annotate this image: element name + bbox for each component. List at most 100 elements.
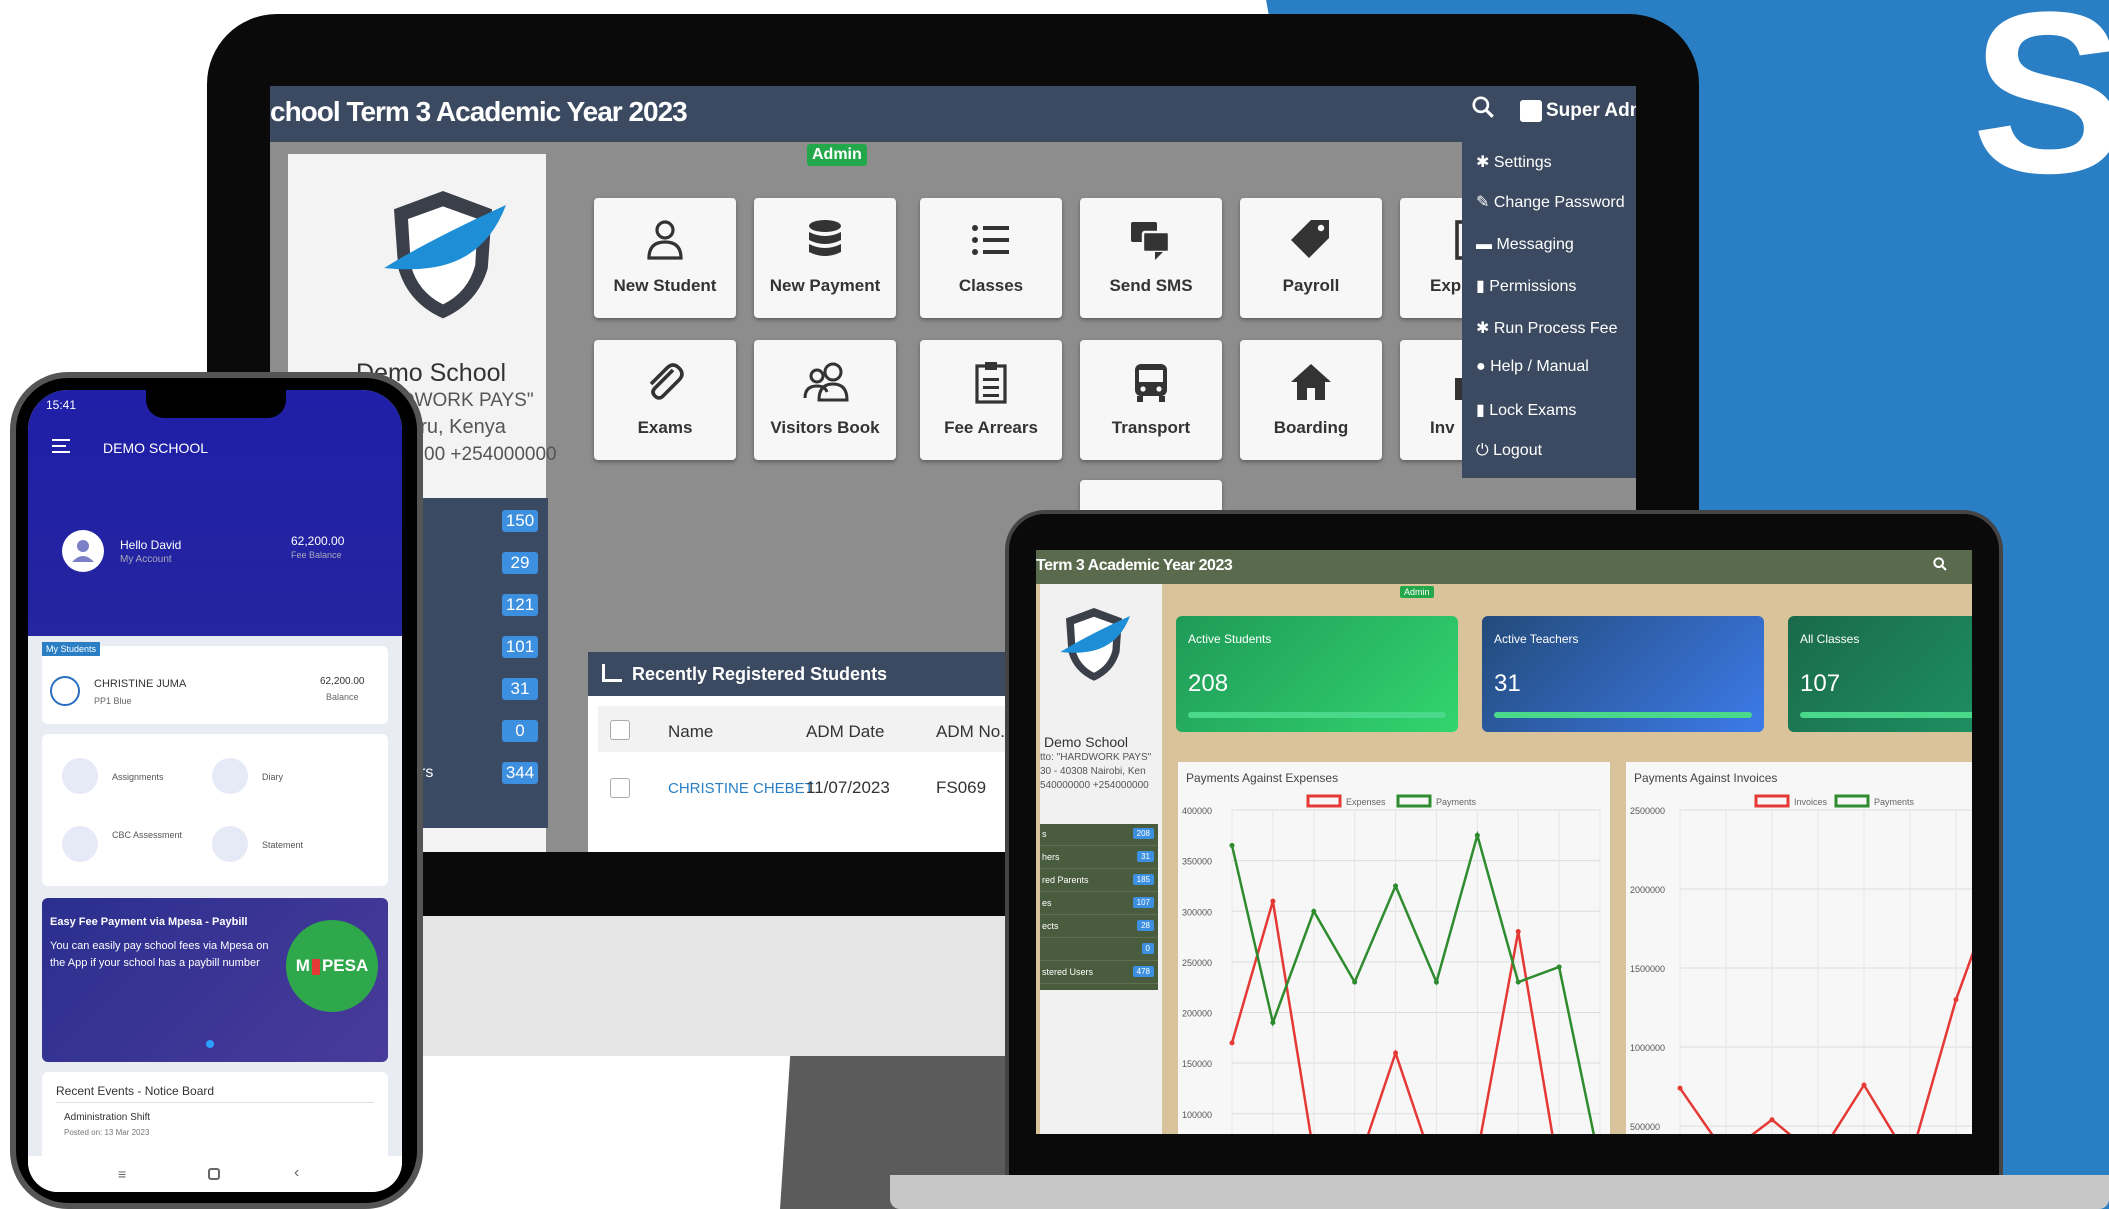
tile-fee-arrears[interactable]: Fee Arrears xyxy=(920,340,1062,460)
school-name: Demo School xyxy=(1044,734,1129,750)
search-icon[interactable] xyxy=(1470,94,1496,127)
menu-icon[interactable] xyxy=(52,438,72,459)
tile-transport[interactable]: Transport xyxy=(1080,340,1222,460)
list-icon xyxy=(972,225,1009,255)
card-label: All Classes xyxy=(1800,632,1860,646)
user-menu-button[interactable]: Super Adm xyxy=(1520,100,1636,122)
student-balance: 62,200.00 xyxy=(320,676,365,687)
statement-icon[interactable] xyxy=(212,826,248,862)
logo-text: M xyxy=(295,956,310,975)
tile-payroll[interactable]: Payroll xyxy=(1240,198,1382,318)
stat-row[interactable]: ects 28 xyxy=(1040,916,1158,938)
stat-label: s xyxy=(1042,829,1047,839)
action-assignments[interactable]: Assignments xyxy=(112,772,164,782)
phone-notch xyxy=(146,390,286,418)
stat-row[interactable]: hers 31 xyxy=(1040,847,1158,869)
stat-row[interactable]: 0 xyxy=(1040,939,1158,961)
data-point xyxy=(1393,883,1399,889)
tile-label: Visitors Book xyxy=(770,418,880,437)
assignments-icon[interactable] xyxy=(62,758,98,794)
top-bar: chool Term 3 Academic Year 2023 Super Ad… xyxy=(270,86,1636,142)
data-point xyxy=(1270,1020,1276,1026)
stat-row[interactable]: stered Users 478 xyxy=(1040,962,1158,984)
lock-icon: ▮ xyxy=(1476,402,1490,419)
row-checkbox[interactable] xyxy=(610,778,630,798)
stat-badge: 185 xyxy=(1132,874,1154,885)
carousel-dot[interactable] xyxy=(206,1040,214,1048)
card-all-classes[interactable]: All Classes 107 xyxy=(1788,616,1972,732)
actions-card: Assignments Diary CBC Assessment Stateme… xyxy=(42,734,388,886)
tile-exams[interactable]: Exams xyxy=(594,340,736,460)
my-account-link[interactable]: My Account xyxy=(120,554,172,565)
search-icon[interactable] xyxy=(1932,556,1948,577)
menu-item-run-process-fee[interactable]: ✱ Run Process Fee xyxy=(1476,318,1617,338)
data-point xyxy=(1677,1085,1683,1091)
tile-boarding[interactable]: Boarding xyxy=(1240,340,1382,460)
recent-apps-icon[interactable]: ≡ xyxy=(118,1166,126,1182)
document-icon[interactable] xyxy=(62,826,98,862)
app-title: DEMO SCHOOL xyxy=(103,440,209,456)
stat-badge: 121 xyxy=(502,594,538,616)
school-logo xyxy=(384,191,506,319)
paperclip-icon xyxy=(649,363,684,400)
back-icon[interactable]: ‹ xyxy=(294,1164,299,1182)
calendar-icon[interactable] xyxy=(212,758,248,794)
tile-classes[interactable]: Classes xyxy=(920,198,1062,318)
card-active-teachers[interactable]: Active Teachers 31 xyxy=(1482,616,1764,732)
laptop-base xyxy=(890,1175,2109,1209)
card-active-students[interactable]: Active Students 208 xyxy=(1176,616,1458,732)
stat-badge: 28 xyxy=(1137,920,1154,931)
data-point xyxy=(1515,979,1521,985)
logo-text: PESA xyxy=(321,956,369,975)
student-card[interactable]: My Students CHRISTINE JUMA PP1 Blue 62,2… xyxy=(42,642,388,724)
y-tick-label: 2500000 xyxy=(1630,806,1665,816)
card-progress xyxy=(1494,712,1752,718)
data-point xyxy=(1474,832,1480,838)
banner-text: SI xyxy=(1971,0,2109,221)
menu-item-help-manual[interactable]: ● Help / Manual xyxy=(1476,358,1589,376)
home-icon xyxy=(1291,364,1331,400)
action-cbc-assessment[interactable]: CBC Assessment xyxy=(112,830,192,840)
tile-visitors-book[interactable]: Visitors Book xyxy=(754,340,896,460)
series-line xyxy=(1678,952,1972,1134)
home-icon[interactable] xyxy=(208,1168,220,1180)
menu-item-messaging[interactable]: ▬ Messaging xyxy=(1476,236,1574,254)
action-statement[interactable]: Statement xyxy=(262,840,303,850)
fee-balance-label: Fee Balance xyxy=(291,550,342,560)
tile-new-student[interactable]: New Student xyxy=(594,198,736,318)
stat-row[interactable]: red Parents 185 xyxy=(1040,870,1158,892)
menu-item-settings[interactable]: ✱ Settings xyxy=(1476,152,1552,172)
student-avatar xyxy=(50,676,80,706)
select-all-checkbox[interactable] xyxy=(610,720,630,740)
mpesa-logo: M PESA xyxy=(286,920,378,1012)
section-tag: My Students xyxy=(42,642,101,656)
page-title: Term 3 Academic Year 2023 xyxy=(1036,557,1233,574)
bus-icon xyxy=(1135,364,1167,402)
menu-item-logout[interactable]: ⏻ Logout xyxy=(1476,442,1542,460)
stat-row[interactable]: s 208 xyxy=(1040,824,1158,846)
page-title: chool Term 3 Academic Year 2023 xyxy=(270,96,688,127)
tile-new-payment[interactable]: New Payment xyxy=(754,198,896,318)
avatar[interactable] xyxy=(62,530,104,572)
menu-item-lock-exams[interactable]: ▮ Lock Exams xyxy=(1476,400,1576,420)
action-diary[interactable]: Diary xyxy=(262,772,283,782)
menu-item-permissions[interactable]: ▮ Permissions xyxy=(1476,276,1576,296)
role-badge: Admin xyxy=(1400,586,1434,598)
mpesa-banner[interactable]: Easy Fee Payment via Mpesa - Paybill You… xyxy=(42,898,388,1062)
data-point xyxy=(1270,898,1276,904)
gear-icon: ✱ xyxy=(1476,320,1494,337)
stat-row[interactable]: es 107 xyxy=(1040,893,1158,915)
student-class: PP1 Blue xyxy=(94,696,132,706)
tile-send-sms[interactable]: Send SMS xyxy=(1080,198,1222,318)
panel-title: Recently Registered Students xyxy=(632,664,888,684)
tile-label: Payroll xyxy=(1282,276,1340,295)
student-name-link[interactable]: CHRISTINE CHEBET xyxy=(668,780,814,797)
legend-label: Payments xyxy=(1874,797,1915,807)
lock-icon: ▮ xyxy=(1476,278,1490,295)
menu-item-change-password[interactable]: ✎ Change Password xyxy=(1476,192,1625,212)
sidebar-stats: 150 29 121 101 31 0 344 rs xyxy=(418,498,548,828)
card-value: 107 xyxy=(1800,670,1841,697)
card-progress xyxy=(1188,712,1446,718)
chart-title: Payments Against Invoices xyxy=(1634,771,1777,785)
event-name[interactable]: Administration Shift xyxy=(64,1112,150,1123)
